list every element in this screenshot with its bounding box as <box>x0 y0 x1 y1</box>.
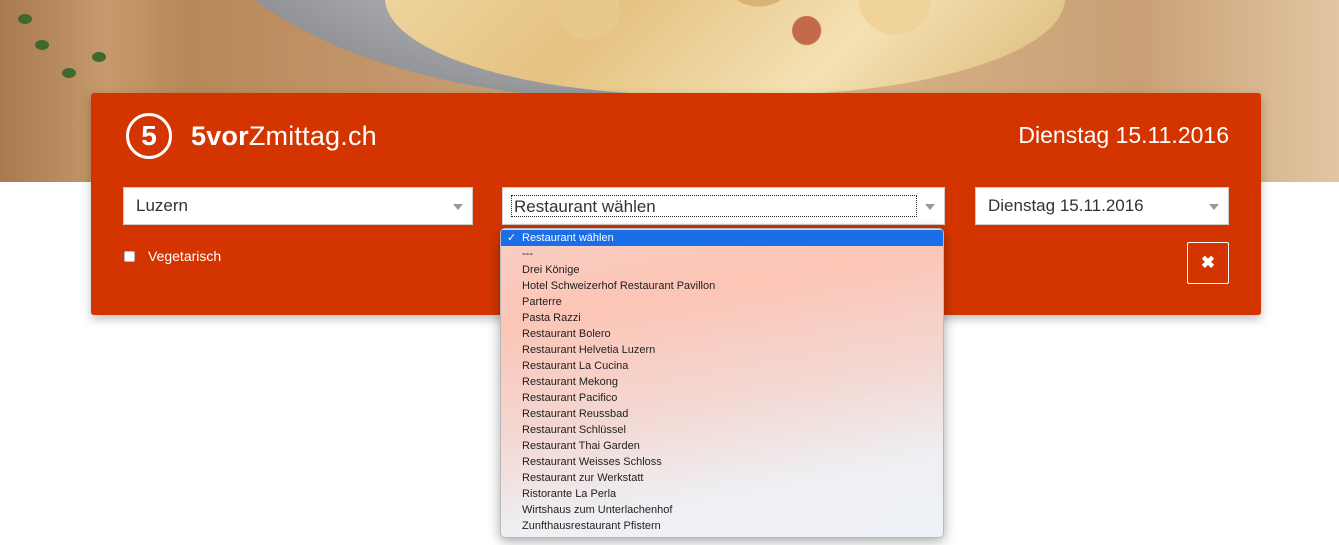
herb-decoration <box>62 68 76 78</box>
logo-text-bold: 5vor <box>191 120 249 151</box>
dropdown-option[interactable]: Restaurant Mekong <box>501 374 943 390</box>
dropdown-option[interactable]: Parterre <box>501 294 943 310</box>
dropdown-option-label: Restaurant wählen <box>522 232 614 244</box>
dropdown-option[interactable]: Restaurant zur Werkstatt <box>501 470 943 486</box>
dropdown-option-label: Restaurant Thai Garden <box>522 440 640 452</box>
dropdown-option-label: Zunfthausrestaurant Pfistern <box>522 520 661 532</box>
vegetarian-label: Vegetarisch <box>148 248 222 264</box>
dropdown-option[interactable]: Restaurant Helvetia Luzern <box>501 342 943 358</box>
logo-text: 5vorZmittag.ch <box>191 121 377 152</box>
restaurant-options: ✓ Restaurant wählen --- Drei Könige Hotel Sc… <box>501 229 943 534</box>
vegetarian-filter[interactable]: Vegetarisch <box>124 248 221 264</box>
city-select[interactable]: Luzern <box>123 187 473 225</box>
dropdown-option[interactable]: Restaurant La Cucina <box>501 358 943 374</box>
dropdown-option-label: Restaurant Schlüssel <box>522 424 626 436</box>
logo[interactable]: 5 5vorZmittag.ch <box>126 113 377 159</box>
city-select-value: Luzern <box>136 196 188 215</box>
logo-text-rest: Zmittag.ch <box>248 120 377 151</box>
dropdown-option-label: Parterre <box>522 296 562 308</box>
herb-decoration <box>18 14 32 24</box>
dropdown-option-label: Drei Könige <box>522 264 580 276</box>
chevron-down-icon <box>453 204 463 210</box>
dropdown-option[interactable]: Drei Könige <box>501 262 943 278</box>
checkmark-icon: ✓ <box>507 232 517 244</box>
dropdown-option-label: Restaurant zur Werkstatt <box>522 472 644 484</box>
dropdown-option-label: Restaurant Helvetia Luzern <box>522 344 656 356</box>
dropdown-option[interactable]: ✓ Restaurant wählen <box>501 230 943 246</box>
dropdown-option-label: Pasta Razzi <box>522 312 581 324</box>
chevron-down-icon <box>1209 204 1219 210</box>
dropdown-option-label: --- <box>522 248 533 260</box>
dropdown-option-label: Restaurant Reussbad <box>522 408 629 420</box>
dropdown-option-label: Ristorante La Perla <box>522 488 617 500</box>
dropdown-option[interactable]: Hotel Schweizerhof Restaurant Pavillon <box>501 278 943 294</box>
date-select[interactable]: Dienstag 15.11.2016 <box>975 187 1229 225</box>
dropdown-option[interactable]: Wirtshaus zum Unterlachenhof <box>501 502 943 518</box>
dropdown-option-label: Restaurant Mekong <box>522 376 618 388</box>
dropdown-option-label: Wirtshaus zum Unterlachenhof <box>522 504 673 516</box>
close-icon: ✖ <box>1200 253 1216 272</box>
dropdown-option-label: Restaurant Bolero <box>522 328 611 340</box>
dropdown-option[interactable]: Restaurant Thai Garden <box>501 438 943 454</box>
restaurant-select-value: Restaurant wählen <box>511 195 917 217</box>
dropdown-option[interactable]: Restaurant Bolero <box>501 326 943 342</box>
clear-button[interactable]: ✖ <box>1187 242 1229 284</box>
dropdown-option[interactable]: Pasta Razzi <box>501 310 943 326</box>
date-select-value: Dienstag 15.11.2016 <box>988 196 1144 215</box>
herb-decoration <box>35 40 49 50</box>
current-date-title: Dienstag 15.11.2016 <box>1018 122 1229 148</box>
dropdown-option[interactable]: Zunfthausrestaurant Pfistern <box>501 518 943 534</box>
logo-mark-icon: 5 <box>126 113 172 159</box>
dropdown-option-label: Hotel Schweizerhof Restaurant Pavillon <box>522 280 716 292</box>
dropdown-option[interactable]: Ristorante La Perla <box>501 486 943 502</box>
dropdown-option[interactable]: --- <box>501 246 943 262</box>
vegetarian-checkbox[interactable] <box>124 250 135 262</box>
dropdown-option-label: Restaurant La Cucina <box>522 360 629 372</box>
dropdown-option[interactable]: Restaurant Weisses Schloss <box>501 454 943 470</box>
dropdown-option-label: Restaurant Weisses Schloss <box>522 456 662 468</box>
dropdown-option-label: Restaurant Pacifico <box>522 392 618 404</box>
dropdown-option[interactable]: Restaurant Schlüssel <box>501 422 943 438</box>
restaurant-dropdown-list: ✓ Restaurant wählen --- Drei Könige Hotel Sc… <box>500 228 944 538</box>
dropdown-option[interactable]: Restaurant Reussbad <box>501 406 943 422</box>
herb-decoration <box>92 52 106 62</box>
dropdown-option[interactable]: Restaurant Pacifico <box>501 390 943 406</box>
chevron-down-icon <box>925 204 935 210</box>
restaurant-select[interactable]: Restaurant wählen <box>502 187 945 225</box>
